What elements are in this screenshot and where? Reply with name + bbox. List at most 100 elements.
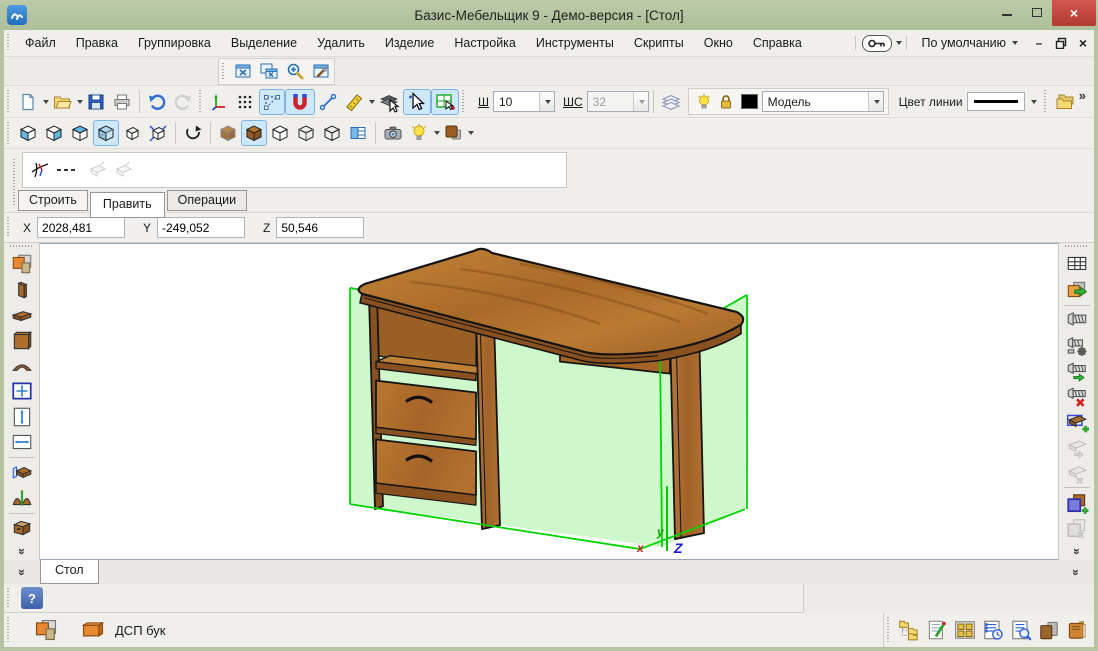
view-iso-button[interactable] (93, 120, 119, 146)
minimize-button[interactable] (992, 0, 1022, 24)
left-column-grip[interactable] (10, 245, 34, 250)
tool-bent-panel[interactable] (7, 485, 37, 510)
object-snap-button[interactable] (375, 89, 403, 115)
profile-combo[interactable]: По умолчанию (911, 32, 1028, 54)
view-left-button[interactable] (15, 120, 41, 146)
mdi-minimize-button[interactable]: – (1028, 36, 1050, 50)
grid-select-button[interactable] (431, 89, 459, 115)
coord-z-field[interactable] (276, 217, 364, 238)
materials-stack-button[interactable] (1036, 618, 1062, 642)
coord-y-field[interactable] (157, 217, 245, 238)
fit-window-button[interactable] (230, 58, 256, 84)
document-tab[interactable]: Стол (40, 560, 99, 584)
layer-lock-button[interactable] (715, 91, 737, 113)
menu-item-help[interactable]: Справка (743, 32, 812, 54)
line-style-swatch[interactable] (967, 92, 1025, 111)
rotate-view-button[interactable] (180, 120, 206, 146)
print-button[interactable] (109, 89, 135, 115)
left-tabbar-chevron[interactable]: » (4, 560, 40, 584)
selection-frame-toggle[interactable] (259, 89, 285, 115)
help-panel-grip[interactable] (6, 588, 11, 608)
save-button[interactable] (83, 89, 109, 115)
menu-item-grouping[interactable]: Группировка (128, 32, 221, 54)
render-hidden-line-button[interactable] (267, 120, 293, 146)
style-library-button[interactable] (1052, 89, 1078, 115)
snap-magnet-toggle[interactable] (285, 89, 315, 115)
materials-dropdown-arrow[interactable] (468, 131, 474, 135)
params-group-grip[interactable] (461, 90, 466, 113)
cursor-select-button[interactable] (403, 89, 431, 115)
tool-panel-copy[interactable] (1062, 435, 1092, 460)
layers-button[interactable] (658, 89, 684, 115)
tool-horizontal-dimension[interactable] (7, 430, 37, 455)
menu-item-product[interactable]: Изделие (375, 32, 445, 54)
render-solid-button[interactable] (241, 120, 267, 146)
left-column-more-chevron[interactable]: » (4, 541, 40, 560)
menu-item-file[interactable]: Файл (15, 32, 66, 54)
zoom-toolbar-grip[interactable] (221, 63, 226, 80)
undo-button[interactable] (144, 89, 170, 115)
menu-item-settings[interactable]: Настройка (444, 32, 526, 54)
tool-curved-panel[interactable] (7, 353, 37, 378)
open-file-button[interactable] (49, 89, 75, 115)
toolbar-overflow-chevron[interactable]: » (1079, 86, 1094, 103)
right-column-more-chevron[interactable]: » (1059, 541, 1095, 560)
tool-frontal-panel[interactable] (7, 328, 37, 353)
main-toolbar-grip[interactable] (6, 90, 11, 113)
snap-group-grip[interactable] (198, 90, 203, 113)
menu-item-delete[interactable]: Удалить (307, 32, 375, 54)
status-grip[interactable] (6, 617, 11, 643)
tool-panel-delete[interactable] (1062, 460, 1092, 485)
key-icon[interactable] (862, 35, 892, 52)
tool-drawer[interactable] (7, 516, 37, 541)
menu-item-selection[interactable]: Выделение (221, 32, 307, 54)
tool-fastener-remove[interactable] (1062, 384, 1092, 409)
coord-x-field[interactable] (37, 217, 125, 238)
current-panel-material-icon[interactable] (80, 618, 106, 642)
new-file-button[interactable] (15, 89, 41, 115)
tool-vertical-dimension[interactable] (7, 404, 37, 429)
layer-visibility-button[interactable] (693, 91, 715, 113)
tool-edge-banding[interactable] (7, 460, 37, 485)
redo-button[interactable] (170, 89, 196, 115)
menu-item-tools[interactable]: Инструменты (526, 32, 624, 54)
close-button[interactable]: × (1052, 0, 1096, 26)
tool-panel-add[interactable] (1062, 409, 1092, 434)
view-front-button[interactable] (41, 120, 67, 146)
menu-item-scripts[interactable]: Скрипты (624, 32, 694, 54)
view-wireframe-button[interactable] (119, 120, 145, 146)
panel-op-move-button[interactable] (111, 157, 137, 183)
tab-build[interactable]: Строить (18, 190, 88, 211)
current-materials-icon[interactable] (33, 618, 59, 642)
reference-book-button[interactable] (1064, 618, 1090, 642)
width-combo[interactable]: 10 (493, 91, 555, 112)
fit-all-windows-button[interactable] (256, 58, 282, 84)
materials-button[interactable] (440, 120, 466, 146)
menu-item-edit[interactable]: Правка (66, 32, 128, 54)
tool-dimensions-frame[interactable] (7, 379, 37, 404)
snapshot-camera-button[interactable] (380, 120, 406, 146)
panel-op-copy-button[interactable] (85, 157, 111, 183)
right-tabbar-chevron[interactable]: » (1058, 560, 1094, 584)
tool-table[interactable] (1062, 252, 1092, 277)
furniture-blocks-button[interactable] (952, 618, 978, 642)
tool-fastener-add[interactable] (1062, 358, 1092, 383)
library-group-grip[interactable] (1043, 90, 1048, 113)
layer-color-swatch[interactable] (741, 94, 758, 109)
tool-group-add[interactable] (1062, 490, 1092, 515)
line-style-dropdown[interactable] (1025, 92, 1041, 112)
tool-vertical-panel[interactable] (7, 277, 37, 302)
menu-item-window[interactable]: Окно (694, 32, 743, 54)
key-dropdown-arrow[interactable] (896, 41, 902, 45)
view-top-button[interactable] (67, 120, 93, 146)
axes-toggle-button[interactable] (207, 89, 233, 115)
split-view-button[interactable] (345, 120, 371, 146)
menubar-grip[interactable] (6, 34, 11, 52)
edit-panel-grip[interactable] (12, 159, 17, 207)
help-button[interactable]: ? (21, 587, 43, 609)
tool-horizontal-panel[interactable] (7, 303, 37, 328)
coordinates-grip[interactable] (6, 217, 11, 238)
status-tools-grip[interactable] (886, 617, 891, 643)
grid-toggle-button[interactable] (233, 89, 259, 115)
project-tree-button[interactable] (896, 618, 922, 642)
